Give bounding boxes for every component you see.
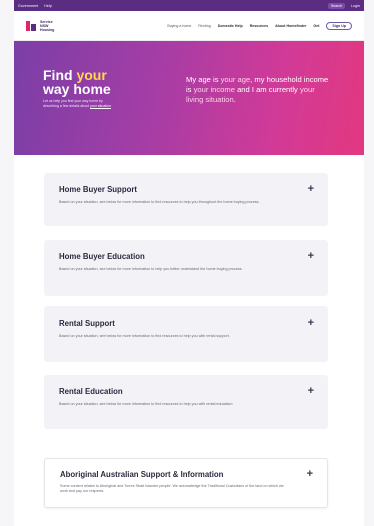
plus-icon[interactable]: +	[308, 386, 314, 397]
card-title: Rental Education	[59, 387, 123, 396]
card-description: Based on your situation, see below for m…	[59, 200, 260, 204]
card-title: Rental Support	[59, 319, 115, 328]
hero-situation-link[interactable]: your situation	[90, 104, 111, 108]
card-description: Based on your situation, see below for m…	[59, 334, 230, 338]
utility-login-link[interactable]: Login	[351, 4, 360, 8]
income-field[interactable]: your income	[194, 85, 235, 94]
utility-link-help[interactable]: Help	[44, 4, 52, 8]
plus-icon[interactable]: +	[308, 184, 314, 195]
content-area: Home Buyer Support Based on your situati…	[14, 155, 364, 526]
sign-up-button[interactable]: Sign Up	[326, 21, 352, 30]
accordion-rental-support[interactable]: Rental Support Based on your situation, …	[44, 306, 328, 362]
site-logo[interactable]: Service NSW Housing	[26, 20, 54, 32]
plus-icon[interactable]: +	[308, 318, 314, 329]
nav-link-get[interactable]: Get	[313, 24, 319, 28]
card-title: Home Buyer Support	[59, 185, 137, 194]
hero-statement: My age is your age, my household income …	[186, 75, 329, 104]
card-title: Home Buyer Education	[59, 252, 145, 261]
age-field[interactable]: your age	[221, 75, 251, 84]
accordion-aboriginal-support[interactable]: Aboriginal Australian Support & Informat…	[44, 458, 328, 508]
plus-icon[interactable]: +	[308, 251, 314, 262]
card-description: Some content relates to Aboriginal and T…	[60, 484, 284, 493]
top-utility-bar: Government Help Search Login	[14, 0, 364, 11]
utility-left-links: Government Help	[18, 4, 52, 8]
card-title: Aboriginal Australian Support & Informat…	[60, 470, 224, 479]
nav-link-renting[interactable]: Renting	[198, 24, 210, 28]
nav-link-domestic-help[interactable]: Domestic Help	[218, 24, 243, 28]
utility-search-button[interactable]: Search	[327, 2, 345, 9]
logo-text: Service NSW Housing	[40, 19, 55, 32]
utility-link-government[interactable]: Government	[18, 4, 38, 8]
page: Government Help Search Login Service NSW…	[0, 0, 374, 526]
logo-mark-icon	[26, 20, 36, 31]
accordion-home-buyer-education[interactable]: Home Buyer Education Based on your situa…	[44, 240, 328, 296]
hero-title: Find your way home	[43, 67, 111, 97]
main-navigation: Service NSW Housing Buying a home Rentin…	[14, 11, 364, 41]
card-description: Based on your situation, see below for m…	[59, 267, 243, 271]
hero-banner: Find your way home Let us help you find …	[14, 41, 364, 155]
hero-description: Let us help you find your way home by de…	[43, 99, 111, 108]
accordion-home-buyer-support[interactable]: Home Buyer Support Based on your situati…	[44, 173, 328, 226]
nav-link-resources[interactable]: Resources	[250, 24, 268, 28]
nav-links: Buying a home Renting Domestic Help Reso…	[167, 21, 352, 30]
card-description: Based on your situation, see below for m…	[59, 402, 234, 406]
plus-icon[interactable]: +	[307, 469, 313, 480]
accordion-rental-education[interactable]: Rental Education Based on your situation…	[44, 375, 328, 429]
nav-link-about[interactable]: About Homefinder	[275, 24, 306, 28]
nav-link-buying[interactable]: Buying a home	[167, 24, 191, 28]
utility-right-links: Search Login	[327, 2, 360, 9]
